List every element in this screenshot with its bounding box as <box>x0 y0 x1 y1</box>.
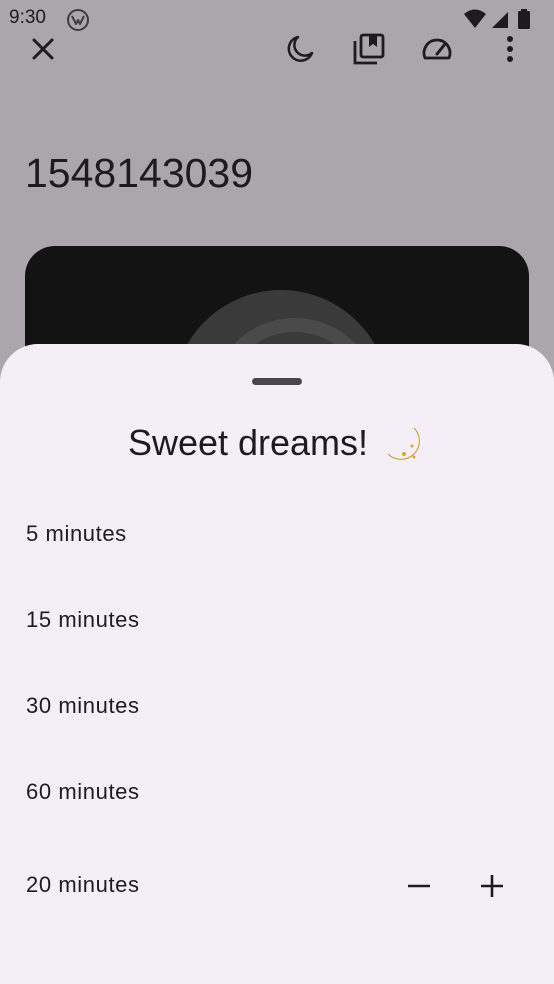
timer-option-30[interactable]: 30 minutes <box>0 663 554 749</box>
sheet-title: Sweet dreams! <box>0 422 554 466</box>
custom-timer-label: 20 minutes <box>26 872 140 897</box>
sleep-timer-moon-icon[interactable] <box>280 29 320 69</box>
option-label: 30 minutes <box>26 693 140 718</box>
option-label: 5 minutes <box>26 521 127 546</box>
plus-icon[interactable] <box>470 864 514 908</box>
sleep-timer-sheet: Sweet dreams! 5 minutes 15 minutes 30 mi… <box>0 344 554 984</box>
drag-handle[interactable] <box>252 378 302 385</box>
custom-timer-row[interactable]: 20 minutes <box>0 842 554 928</box>
close-icon[interactable] <box>23 29 63 69</box>
timer-option-5[interactable]: 5 minutes <box>0 491 554 577</box>
minus-icon[interactable] <box>397 864 441 908</box>
sheet-title-text: Sweet dreams! <box>127 422 369 463</box>
crescent-moon-icon <box>384 424 426 466</box>
playlist-add-icon[interactable] <box>349 29 389 69</box>
option-label: 15 minutes <box>26 607 140 632</box>
page-title: 1548143039 <box>25 150 254 196</box>
playback-speed-icon[interactable] <box>417 29 457 69</box>
timer-option-15[interactable]: 15 minutes <box>0 577 554 663</box>
toolbar <box>0 22 554 78</box>
option-label: 60 minutes <box>26 779 140 804</box>
timer-option-60[interactable]: 60 minutes <box>0 749 554 835</box>
more-vert-icon[interactable] <box>490 29 530 69</box>
